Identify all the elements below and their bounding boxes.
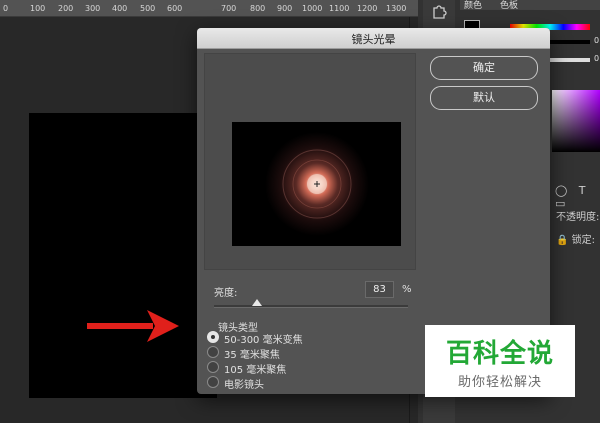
radio-button[interactable] xyxy=(207,361,219,373)
radio-button[interactable] xyxy=(207,331,219,343)
ruler-tick: 400 xyxy=(112,4,128,13)
brightness-slider-thumb[interactable] xyxy=(251,299,262,306)
radio-button[interactable] xyxy=(207,376,219,388)
brightness-input[interactable]: 83 xyxy=(365,281,394,298)
ruler-tick: 100 xyxy=(30,4,46,13)
radio-button[interactable] xyxy=(207,346,219,358)
ruler-tick: 300 xyxy=(85,4,101,13)
default-button[interactable]: 默认 xyxy=(430,86,538,110)
ruler-tick: 200 xyxy=(58,4,74,13)
ruler-tick: 700 xyxy=(221,4,237,13)
percent-label: % xyxy=(402,284,412,295)
ruler-tick: 1100 xyxy=(329,4,350,13)
dialog-titlebar[interactable]: 镜头光晕 xyxy=(197,28,550,49)
ruler-tick: 1000 xyxy=(302,4,323,13)
lock-label: 🔒 锁定: xyxy=(556,235,595,246)
lens-option-label: 50-300 毫米变焦 xyxy=(224,335,303,346)
layer-filter-icons[interactable]: ◯ T ▭ xyxy=(555,184,600,210)
ruler-tick: 600 xyxy=(167,4,183,13)
watermark-badge: 百科全说 助你轻松解决 xyxy=(425,325,575,397)
document-canvas[interactable] xyxy=(29,113,217,398)
lens-option-label: 35 毫米聚焦 xyxy=(224,350,280,361)
ruler-tick: 1300 xyxy=(386,4,407,13)
horizontal-ruler: 0 100 200 300 400 500 600 700 800 900 10… xyxy=(0,0,418,17)
lens-option-label: 电影镜头 xyxy=(224,380,264,391)
tab-color[interactable]: 颜色 xyxy=(464,0,482,11)
opacity-label: 不透明度: xyxy=(556,212,600,223)
preview-panel xyxy=(204,53,416,270)
red-arrow-icon xyxy=(87,310,179,342)
ruler-tick: 500 xyxy=(140,4,156,13)
watermark-subtitle: 助你轻松解决 xyxy=(457,375,542,390)
tab-swatches[interactable]: 色板 xyxy=(500,0,518,11)
dialog-title: 镜头光晕 xyxy=(351,33,396,46)
brightness-label: 亮度: xyxy=(214,288,238,299)
color-panel-tabs: 颜色 色板 xyxy=(460,0,600,11)
color-picker-field[interactable] xyxy=(552,90,600,152)
ok-button[interactable]: 确定 xyxy=(430,56,538,80)
lens-option-label: 105 毫米聚焦 xyxy=(224,365,287,376)
color-slider-value: 0 xyxy=(594,54,600,63)
color-slider-value: 0 xyxy=(594,36,600,45)
watermark-title: 百科全说 xyxy=(445,339,554,369)
flare-preview-image[interactable] xyxy=(232,122,401,246)
brightness-slider[interactable] xyxy=(214,305,408,308)
ruler-tick: 1200 xyxy=(357,4,378,13)
ruler-tick: 0 xyxy=(3,4,9,13)
ruler-tick: 800 xyxy=(250,4,266,13)
ruler-tick: 900 xyxy=(277,4,293,13)
puzzle-icon[interactable] xyxy=(430,2,450,20)
